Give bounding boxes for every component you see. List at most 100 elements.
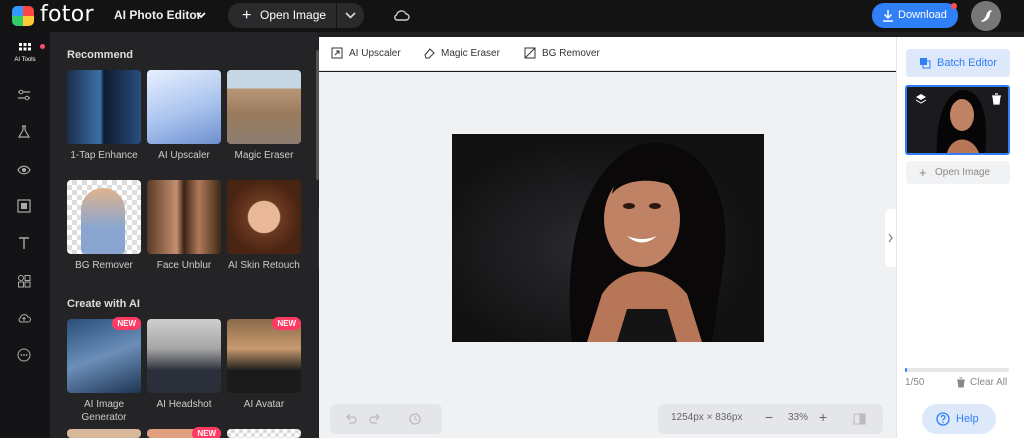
ai-tools-label: AI Tools — [14, 57, 36, 63]
flask-icon — [17, 125, 31, 138]
add-image-button[interactable]: + Open Image — [906, 161, 1010, 184]
tool-tile-ai-skin-retouch[interactable]: AI Skin Retouch — [227, 180, 301, 272]
sidebar-item-ai-tools[interactable]: AI Tools — [0, 38, 50, 70]
recommend-heading: Recommend — [67, 49, 134, 61]
layers-icon[interactable] — [915, 93, 927, 105]
chevron-right-icon — [888, 233, 893, 243]
tool-label: AI Skin Retouch — [228, 260, 300, 271]
tool-thumbnail — [67, 70, 141, 144]
tool-thumbnail — [147, 70, 221, 144]
redo-icon[interactable] — [369, 412, 383, 426]
tool-label: 1-Tap Enhance — [70, 150, 138, 161]
more-icon — [17, 348, 31, 362]
bird-icon — [981, 10, 992, 22]
bg-remover-icon — [524, 47, 536, 59]
avatar[interactable] — [971, 1, 1001, 31]
tool-thumbnail — [67, 429, 141, 438]
trash-icon[interactable] — [991, 93, 1002, 105]
cloud-upload-icon — [18, 314, 31, 323]
new-badge: NEW — [112, 317, 141, 330]
tool-label: AI Avatar — [243, 399, 285, 410]
magic-eraser-label: Magic Eraser — [441, 48, 500, 59]
tool-thumbnail — [227, 319, 301, 393]
open-image-button[interactable]: + Open Image — [228, 3, 336, 28]
sidebar-item-effects[interactable] — [0, 117, 50, 147]
upscale-icon — [331, 47, 343, 59]
tool-tile-partial[interactable] — [67, 429, 141, 438]
sidebar-item-adjust[interactable] — [0, 80, 50, 110]
tool-thumbnail — [147, 180, 221, 254]
top-bar: fotor AI Photo Editor + Open Image Downl… — [0, 0, 1024, 32]
tool-label: AI Image Generator — [81, 399, 127, 423]
chevron-down-icon[interactable] — [196, 10, 206, 20]
tool-tile-magic-eraser[interactable]: Magic Eraser — [227, 70, 301, 162]
tool-tile-ai-headshot[interactable]: AI Headshot — [147, 319, 221, 411]
batch-progress-bar — [905, 368, 1009, 372]
tool-label: AI Upscaler — [158, 150, 210, 161]
edited-photo[interactable] — [452, 134, 764, 342]
new-badge: NEW — [192, 427, 221, 438]
editor-menu[interactable]: AI Photo Editor — [114, 8, 201, 22]
tool-label: Magic Eraser — [234, 150, 294, 161]
magic-eraser-button[interactable]: Magic Eraser — [424, 48, 500, 59]
image-count: 1/50 — [905, 377, 925, 388]
logo-text[interactable]: fotor — [40, 2, 94, 27]
download-button[interactable]: Download — [872, 3, 958, 28]
text-icon — [19, 237, 29, 249]
tool-label: BG Remover — [75, 260, 133, 271]
tool-tile-bg-remover[interactable]: BG Remover — [67, 180, 141, 272]
trash-icon — [957, 377, 965, 388]
open-image-dropdown[interactable] — [337, 3, 364, 28]
expand-right-panel-button[interactable] — [885, 209, 896, 267]
help-button[interactable]: Help — [922, 404, 996, 434]
undo-icon[interactable] — [343, 412, 357, 426]
bg-remover-label: BG Remover — [542, 48, 600, 59]
batch-editor-label: Batch Editor — [937, 57, 997, 69]
cloud-icon[interactable] — [392, 8, 410, 22]
tools-panel: Recommend 1-Tap Enhance AI Upscaler Magi… — [50, 32, 318, 438]
sidebar-item-beauty[interactable] — [0, 154, 50, 184]
tool-tile-ai-upscaler[interactable]: AI Upscaler — [147, 70, 221, 162]
zoom-controls: 1254px × 836px − 33% + — [658, 404, 883, 434]
bg-remover-button[interactable]: BG Remover — [524, 47, 600, 59]
zoom-in-button[interactable]: + — [819, 409, 827, 425]
clear-all-label: Clear All — [970, 377, 1008, 388]
clear-all-button[interactable]: Clear All — [956, 377, 1007, 388]
canvas-toolbar: AI Upscaler Magic Eraser BG Remover — [319, 37, 896, 71]
sidebar-item-uploads[interactable] — [0, 303, 50, 333]
tool-tile-ai-avatar[interactable]: NEW AI Avatar — [227, 317, 301, 411]
download-label: Download — [898, 9, 947, 21]
history-icon[interactable] — [408, 412, 422, 426]
portrait-image — [569, 142, 726, 342]
tool-tile-partial[interactable] — [227, 429, 301, 438]
ai-upscaler-label: AI Upscaler — [349, 48, 401, 59]
plus-icon: + — [242, 7, 252, 24]
batch-editor-button[interactable]: Batch Editor — [906, 49, 1010, 77]
image-thumbnail-selected[interactable] — [905, 85, 1010, 155]
sidebar-item-frames[interactable] — [0, 191, 50, 221]
frame-icon — [17, 199, 31, 213]
plus-icon: + — [919, 165, 927, 180]
app-root: fotor AI Photo Editor + Open Image Downl… — [0, 0, 1024, 438]
tool-thumbnail — [67, 319, 141, 393]
help-icon — [936, 412, 950, 426]
left-icon-bar: AI Tools — [0, 32, 50, 438]
zoom-out-button[interactable]: − — [765, 409, 773, 425]
open-image-label: Open Image — [260, 8, 327, 22]
tool-thumbnail — [227, 429, 301, 438]
fotor-logo-icon[interactable] — [12, 6, 34, 26]
tool-tile-ai-image-generator[interactable]: NEW AI Image Generator — [67, 317, 141, 424]
ai-upscaler-button[interactable]: AI Upscaler — [331, 47, 401, 59]
tool-tile-partial[interactable]: NEW — [147, 427, 221, 438]
sidebar-item-elements[interactable] — [0, 266, 50, 296]
sliders-icon — [18, 89, 30, 101]
add-image-label: Open Image — [935, 167, 991, 178]
zoom-level[interactable]: 33% — [788, 412, 808, 423]
tool-tile-face-unblur[interactable]: Face Unblur — [147, 180, 221, 272]
compare-icon[interactable] — [853, 413, 866, 425]
tool-label: Face Unblur — [156, 260, 212, 271]
tool-tile-1-tap-enhance[interactable]: 1-Tap Enhance — [67, 70, 141, 162]
tool-thumbnail — [147, 319, 221, 393]
sidebar-item-text[interactable] — [0, 228, 50, 258]
sidebar-item-more[interactable] — [0, 340, 50, 370]
